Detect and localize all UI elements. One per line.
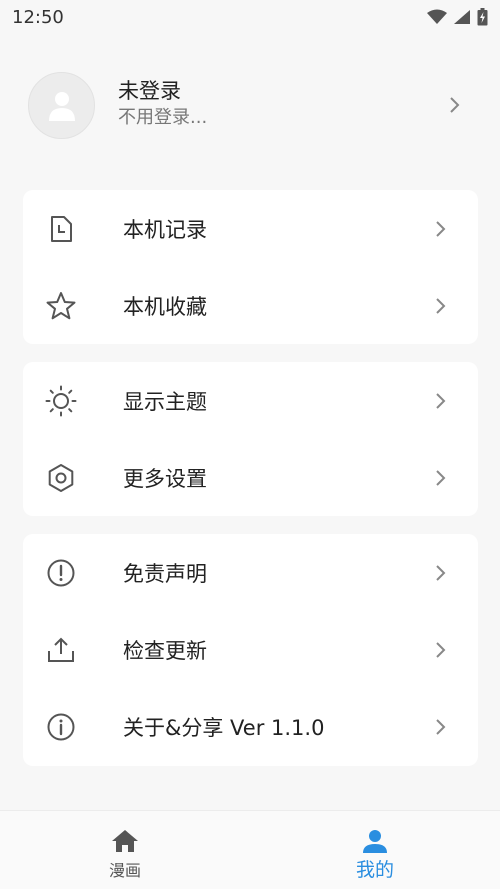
menu-item-disclaimer[interactable]: 免责声明 <box>23 534 478 611</box>
info-circle-icon <box>45 711 77 743</box>
battery-icon <box>477 8 488 26</box>
avatar <box>28 72 95 139</box>
person-placeholder-icon <box>48 91 75 121</box>
chevron-right-icon <box>436 641 446 658</box>
menu-item-label: 关于&分享 Ver 1.1.0 <box>123 715 325 740</box>
status-time: 12:50 <box>12 6 64 28</box>
menu-item-local-favorites[interactable]: 本机收藏 <box>23 267 478 344</box>
person-icon <box>363 827 387 855</box>
sun-icon <box>45 385 77 417</box>
nav-tab-mine[interactable]: 我的 <box>250 811 500 889</box>
chevron-right-icon <box>436 297 446 314</box>
nav-tab-label: 漫画 <box>108 861 141 880</box>
local-group-card: 本机记录 本机收藏 <box>23 190 478 344</box>
signal-icon <box>454 10 470 24</box>
bottom-nav: 漫画 我的 <box>0 810 500 889</box>
menu-item-check-update[interactable]: 检查更新 <box>23 611 478 688</box>
status-bar: 12:50 <box>0 0 500 34</box>
menu-item-label: 免责声明 <box>123 561 207 586</box>
display-group-card: 显示主题 更多设置 <box>23 362 478 516</box>
status-icons <box>427 8 488 26</box>
chevron-right-icon <box>436 392 446 409</box>
chevron-right-icon <box>436 564 446 581</box>
menu-item-about-share[interactable]: 关于&分享 Ver 1.1.0 <box>23 688 478 765</box>
chevron-right-icon <box>436 718 446 735</box>
about-group-card: 免责声明 检查更新 关于&分享 Ver 1.1.0 <box>23 534 478 766</box>
alert-circle-icon <box>45 557 77 589</box>
nav-tab-label: 我的 <box>355 859 394 881</box>
history-file-icon <box>45 213 77 245</box>
chevron-right-icon <box>450 97 460 113</box>
menu-item-label: 本机收藏 <box>123 294 207 319</box>
chevron-right-icon <box>436 220 446 237</box>
menu-item-label: 显示主题 <box>123 389 207 414</box>
home-icon <box>111 827 139 855</box>
menu-item-theme[interactable]: 显示主题 <box>23 362 478 439</box>
menu-item-local-history[interactable]: 本机记录 <box>23 190 478 267</box>
profile-header[interactable]: 未登录 不用登录... <box>0 62 500 148</box>
settings-hexagon-icon <box>45 462 77 494</box>
menu-item-label: 检查更新 <box>123 638 207 663</box>
menu-item-more-settings[interactable]: 更多设置 <box>23 439 478 516</box>
star-icon <box>45 290 77 322</box>
wifi-icon <box>427 9 447 24</box>
chevron-right-icon <box>436 469 446 486</box>
profile-name: 未登录 <box>118 79 181 103</box>
nav-tab-comics[interactable]: 漫画 <box>0 811 250 889</box>
profile-subtitle: 不用登录... <box>118 107 208 128</box>
menu-item-label: 本机记录 <box>123 217 207 242</box>
menu-item-label: 更多设置 <box>123 466 207 491</box>
upload-icon <box>45 634 77 666</box>
profile-text: 未登录 不用登录... <box>118 77 207 131</box>
